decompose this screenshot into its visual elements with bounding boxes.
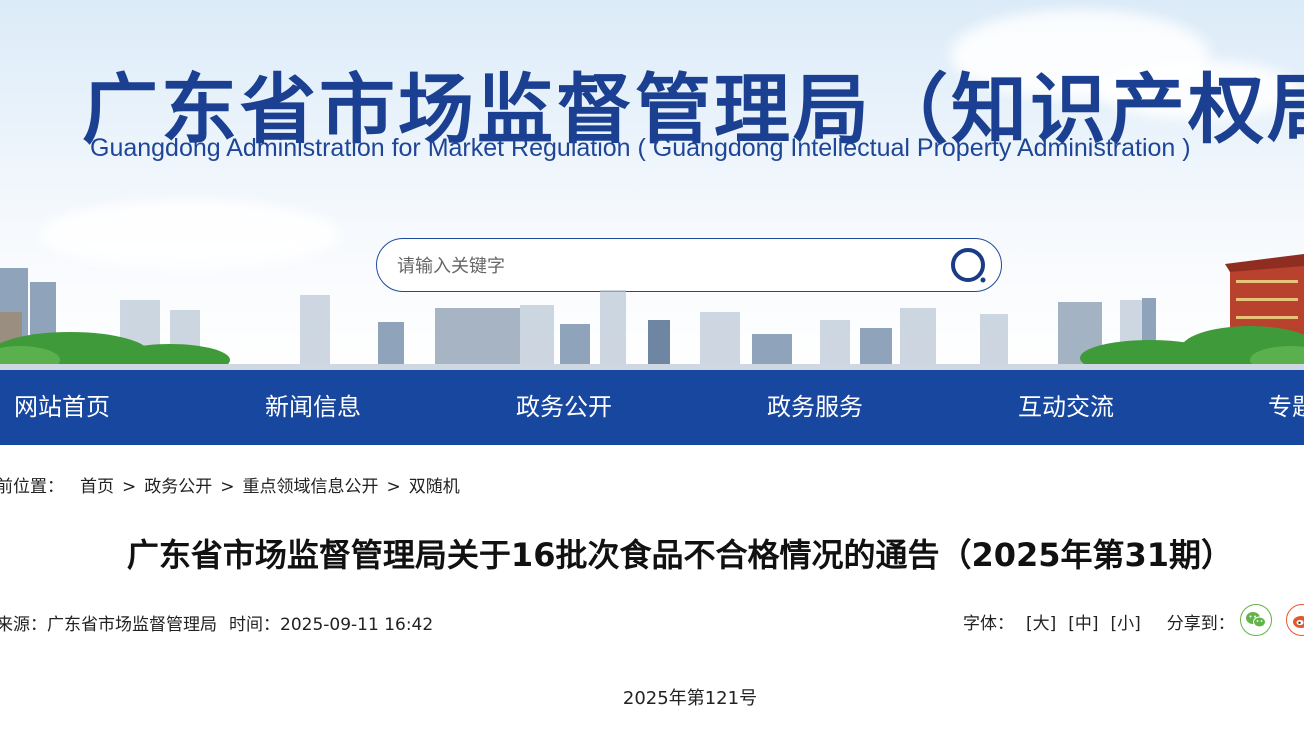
city-skyline-image (0, 254, 1304, 370)
article-title: 广东省市场监督管理局关于16批次食品不合格情况的通告（2025年第31期） (126, 536, 1234, 574)
time-value: 2025-09-11 16:42 (280, 615, 434, 635)
breadcrumb: 前位置： 首页 > 政务公开 > 重点领域信息公开 > 双随机 (0, 474, 460, 500)
breadcrumb-separator: > (220, 477, 235, 497)
breadcrumb-government-affairs-link[interactable]: 政务公开 (144, 477, 212, 497)
article-meta: 来源：广东省市场监督管理局 时间：2025-09-11 16:42 (0, 612, 433, 638)
source-label: 来源： (0, 615, 47, 635)
font-size-medium-button[interactable]: [中] (1068, 614, 1098, 634)
font-size-label: 字体： (963, 614, 1014, 634)
breadcrumb-label: 前位置： (0, 477, 64, 497)
nav-item-government-services[interactable]: 政务服务 (767, 370, 863, 445)
breadcrumb-separator: > (386, 477, 401, 497)
share-wechat-button[interactable] (1240, 604, 1272, 636)
article-tools: 字体： [大] [中] [小] 分享到： (963, 604, 1304, 644)
share-weibo-button[interactable] (1286, 604, 1304, 636)
weibo-icon (1293, 616, 1304, 628)
nav-item-interaction[interactable]: 互动交流 (1018, 370, 1114, 445)
header-banner: 广东省市场监督管理局（知识产权局） Guangdong Administrati… (0, 0, 1304, 370)
nav-item-news[interactable]: 新闻信息 (265, 370, 361, 445)
nav-item-topics[interactable]: 专题 (1268, 370, 1304, 445)
site-title-english: Guangdong Administration for Market Regu… (90, 134, 1191, 162)
breadcrumb-home-link[interactable]: 首页 (80, 477, 114, 497)
nav-item-government-affairs[interactable]: 政务公开 (516, 370, 612, 445)
source-value: 广东省市场监督管理局 (47, 615, 217, 635)
breadcrumb-random-inspection-link[interactable]: 双随机 (409, 477, 460, 497)
breadcrumb-key-areas-link[interactable]: 重点领域信息公开 (243, 477, 379, 497)
font-size-large-button[interactable]: [大] (1026, 614, 1056, 634)
wechat-icon (1246, 612, 1266, 628)
nav-item-home[interactable]: 网站首页 (14, 370, 110, 445)
share-label: 分享到： (1166, 614, 1235, 634)
main-nav: 网站首页 新闻信息 政务公开 政务服务 互动交流 专题 (0, 370, 1304, 445)
font-size-small-button[interactable]: [小] (1111, 614, 1141, 634)
breadcrumb-separator: > (122, 477, 137, 497)
document-issue-number: 2025年第121号 (622, 688, 758, 709)
time-label: 时间： (229, 615, 280, 635)
